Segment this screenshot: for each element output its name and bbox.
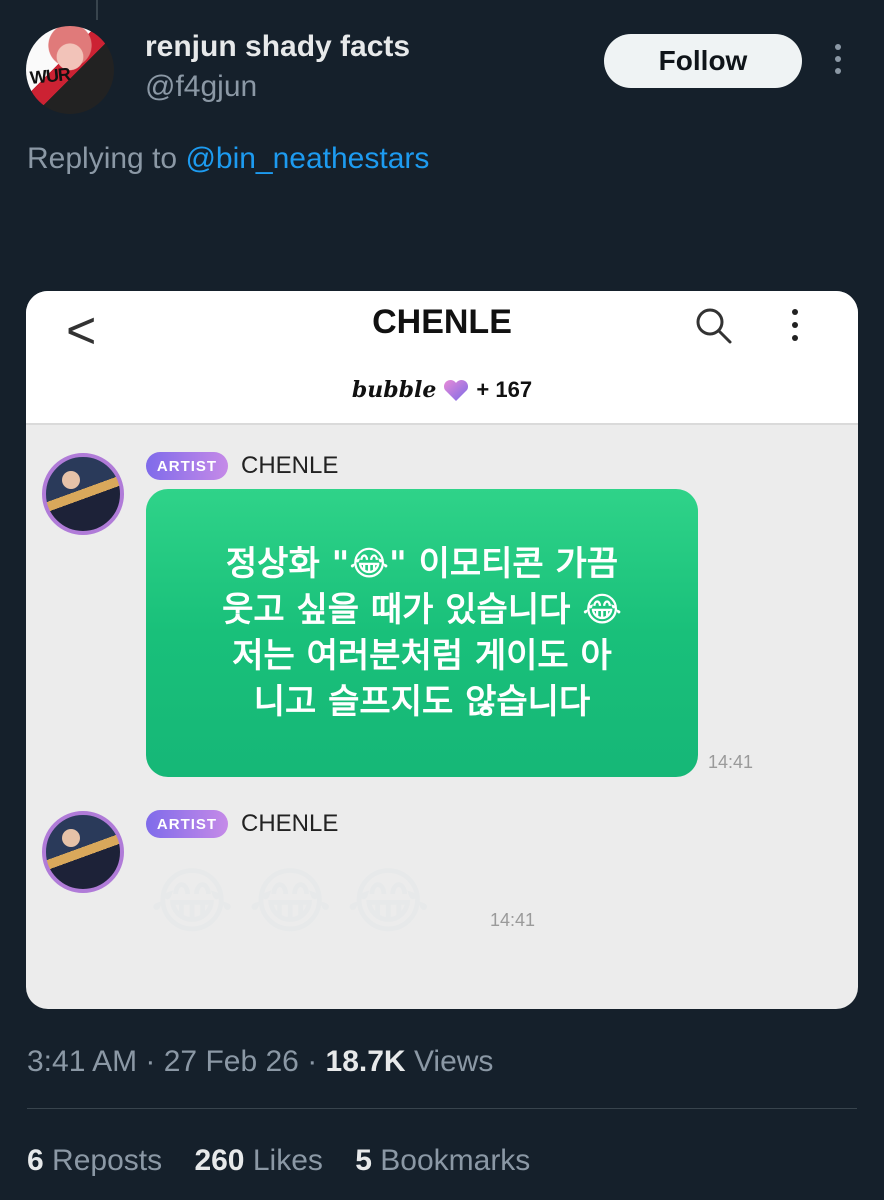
message-line: 니고 슬프지도 않습니다 [253,682,591,722]
follow-button[interactable]: Follow [604,34,802,88]
divider [27,1108,857,1109]
message-time: 14:41 [490,910,536,930]
heart-icon [444,380,469,402]
bookmarks-stat[interactable]: 5 Bookmarks [355,1144,530,1178]
engagement-stats: 6 Reposts 260 Likes 5 Bookmarks [27,1144,554,1178]
artist-avatar [42,453,124,535]
likes-label: Likes [252,1144,323,1177]
reposts-label: Reposts [52,1144,163,1177]
kebab-menu-icon [790,309,800,345]
bookmarks-count: 5 [355,1144,372,1177]
laughing-emoji-icon: 😂 [248,862,333,942]
reposts-count: 6 [27,1144,44,1177]
views-label: Views [413,1045,494,1078]
bubble-logo-text: bubble [351,377,437,403]
more-options-icon[interactable] [828,44,848,80]
attached-image[interactable]: < CHENLE bubble + 167 ARTIST CHENLE 정상화 … [26,291,858,1009]
chat-title: CHENLE [372,303,512,341]
chat-message-bubble: 정상화 "😂" 이모티콘 가끔 웃고 싶을 때가 있습니다 😂 저는 여러분처럼… [146,489,698,777]
reposts-stat[interactable]: 6 Reposts [27,1144,162,1178]
likes-stat[interactable]: 260 Likes [194,1144,322,1178]
replying-to-line: Replying to @bin_neathestars [27,142,429,176]
views-count: 18.7K [325,1045,406,1078]
laughing-emoji-icon: 😂 [150,862,235,942]
chat-header: < CHENLE bubble + 167 [26,291,858,425]
message-line: 정상화 "😂" 이모티콘 가끔 [225,544,619,584]
tweet-meta: 3:41 AM · 27 Feb 26 · 18.7K Views [27,1045,494,1078]
display-name[interactable]: renjun shady facts [145,30,410,64]
replying-to-link[interactable]: @bin_neathestars [185,142,429,175]
user-handle[interactable]: @f4gjun [145,70,257,104]
bookmarks-label: Bookmarks [380,1144,531,1177]
artist-badge: ARTIST [146,810,228,838]
thread-connector-line [96,0,98,20]
likes-count: 260 [194,1144,245,1177]
laughing-emoji-icon: 😂 [346,862,431,942]
user-avatar[interactable]: WUR [26,26,114,114]
bubble-subscription-row: bubble + 167 [26,377,858,403]
bubble-count: + 167 [476,377,533,402]
search-icon [696,308,732,344]
message-line: 웃고 싶을 때가 있습니다 😂 [222,590,622,630]
tweet-date[interactable]: 27 Feb 26 [164,1045,299,1078]
avatar-logo-text: WUR [29,63,71,89]
sender-name: CHENLE [241,452,339,479]
emoji-message: 😂 😂 😂 [150,857,444,947]
replying-prefix: Replying to [27,142,186,175]
artist-badge: ARTIST [146,452,228,480]
artist-avatar [42,811,124,893]
sender-name: CHENLE [241,810,339,837]
message-time: 14:41 [708,752,754,772]
tweet-time[interactable]: 3:41 AM [27,1045,137,1078]
message-line: 저는 여러분처럼 게이도 아 [232,636,612,676]
